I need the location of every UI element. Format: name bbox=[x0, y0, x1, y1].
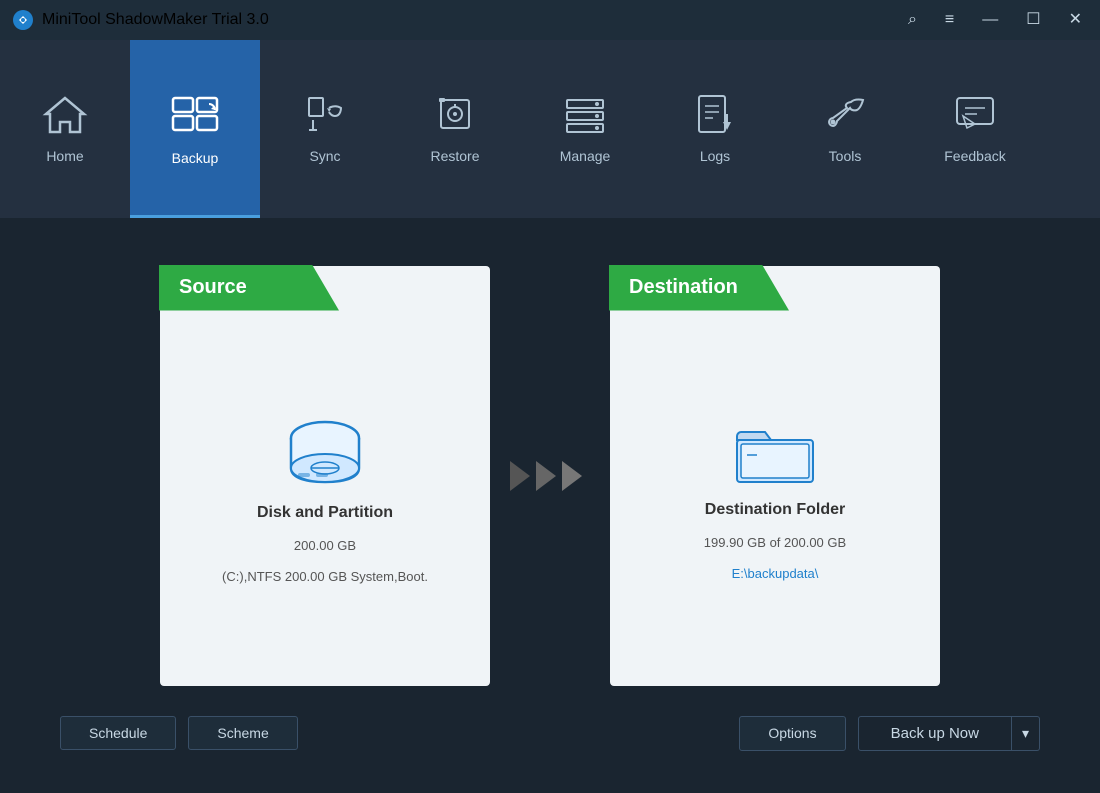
nav-label-manage: Manage bbox=[560, 148, 611, 164]
manage-icon bbox=[563, 94, 607, 140]
nav-bar: Home Backup Sync bbox=[0, 40, 1100, 218]
nav-label-sync: Sync bbox=[309, 148, 340, 164]
source-header-bg: Source bbox=[159, 265, 339, 311]
schedule-button[interactable]: Schedule bbox=[60, 716, 176, 750]
nav-item-tools[interactable]: Tools bbox=[780, 40, 910, 218]
arrows-area bbox=[490, 451, 610, 501]
source-label: Source bbox=[179, 276, 247, 299]
menu-button[interactable]: ≡ bbox=[939, 10, 960, 30]
nav-label-backup: Backup bbox=[172, 150, 219, 166]
scheme-button[interactable]: Scheme bbox=[188, 716, 297, 750]
destination-size: 199.90 GB of 200.00 GB bbox=[704, 535, 846, 550]
close-button[interactable]: ✕ bbox=[1063, 10, 1088, 30]
source-detail: (C:),NTFS 200.00 GB System,Boot. bbox=[222, 569, 428, 584]
nav-item-logs[interactable]: Logs bbox=[650, 40, 780, 218]
nav-item-sync[interactable]: Sync bbox=[260, 40, 390, 218]
bottom-left: Schedule Scheme bbox=[60, 716, 298, 750]
nav-label-feedback: Feedback bbox=[944, 148, 1005, 164]
restore-icon bbox=[433, 94, 477, 140]
tools-icon bbox=[823, 94, 867, 140]
source-panel[interactable]: Source Disk and Partition 200.00 GB (C:)… bbox=[160, 266, 490, 686]
nav-item-home[interactable]: Home bbox=[0, 40, 130, 218]
title-bar-left: MiniTool ShadowMaker Trial 3.0 bbox=[12, 9, 269, 31]
folder-icon bbox=[735, 420, 815, 485]
options-button[interactable]: Options bbox=[739, 716, 845, 751]
forward-arrows-icon bbox=[500, 451, 600, 501]
destination-label: Destination bbox=[629, 276, 738, 299]
search-button[interactable]: ⌕ bbox=[902, 10, 923, 30]
backup-now-button[interactable]: Back up Now bbox=[858, 716, 1012, 751]
source-size: 200.00 GB bbox=[294, 538, 356, 553]
sync-icon bbox=[303, 94, 347, 140]
nav-label-tools: Tools bbox=[829, 148, 862, 164]
destination-path: E:\backupdata\ bbox=[732, 566, 819, 581]
destination-panel[interactable]: Destination Destination Folder 199.90 GB… bbox=[610, 266, 940, 686]
nav-item-feedback[interactable]: Feedback bbox=[910, 40, 1040, 218]
destination-header-bg: Destination bbox=[609, 265, 789, 311]
nav-item-backup[interactable]: Backup bbox=[130, 40, 260, 218]
source-header: Source bbox=[159, 265, 491, 311]
logs-icon bbox=[693, 94, 737, 140]
backup-icon bbox=[169, 92, 221, 142]
app-title: MiniTool ShadowMaker Trial 3.0 bbox=[42, 11, 269, 29]
main-content: Source Disk and Partition 200.00 GB (C:)… bbox=[0, 218, 1100, 793]
backup-now-dropdown-button[interactable]: ▾ bbox=[1012, 716, 1040, 751]
source-icon-area: Disk and Partition 200.00 GB (C:),NTFS 2… bbox=[222, 418, 428, 584]
source-main-label: Disk and Partition bbox=[257, 504, 393, 522]
title-bar: MiniTool ShadowMaker Trial 3.0 ⌕ ≡ — ☐ ✕ bbox=[0, 0, 1100, 40]
destination-icon-area: Destination Folder 199.90 GB of 200.00 G… bbox=[704, 420, 846, 581]
bottom-bar: Schedule Scheme Options Back up Now ▾ bbox=[60, 703, 1040, 763]
minimize-button[interactable]: — bbox=[976, 10, 1004, 30]
title-bar-controls: ⌕ ≡ — ☐ ✕ bbox=[902, 10, 1088, 30]
maximize-button[interactable]: ☐ bbox=[1020, 10, 1046, 30]
nav-label-restore: Restore bbox=[430, 148, 479, 164]
destination-header: Destination bbox=[609, 265, 941, 311]
app-logo-icon bbox=[12, 9, 34, 31]
nav-item-restore[interactable]: Restore bbox=[390, 40, 520, 218]
disk-icon bbox=[280, 418, 370, 488]
nav-item-manage[interactable]: Manage bbox=[520, 40, 650, 218]
backup-area: Source Disk and Partition 200.00 GB (C:)… bbox=[60, 248, 1040, 703]
bottom-right: Options Back up Now ▾ bbox=[739, 716, 1040, 751]
home-icon bbox=[42, 94, 88, 140]
nav-label-logs: Logs bbox=[700, 148, 730, 164]
destination-main-label: Destination Folder bbox=[705, 501, 845, 519]
nav-label-home: Home bbox=[46, 148, 83, 164]
feedback-icon bbox=[953, 94, 997, 140]
dropdown-arrow-icon: ▾ bbox=[1022, 725, 1029, 741]
